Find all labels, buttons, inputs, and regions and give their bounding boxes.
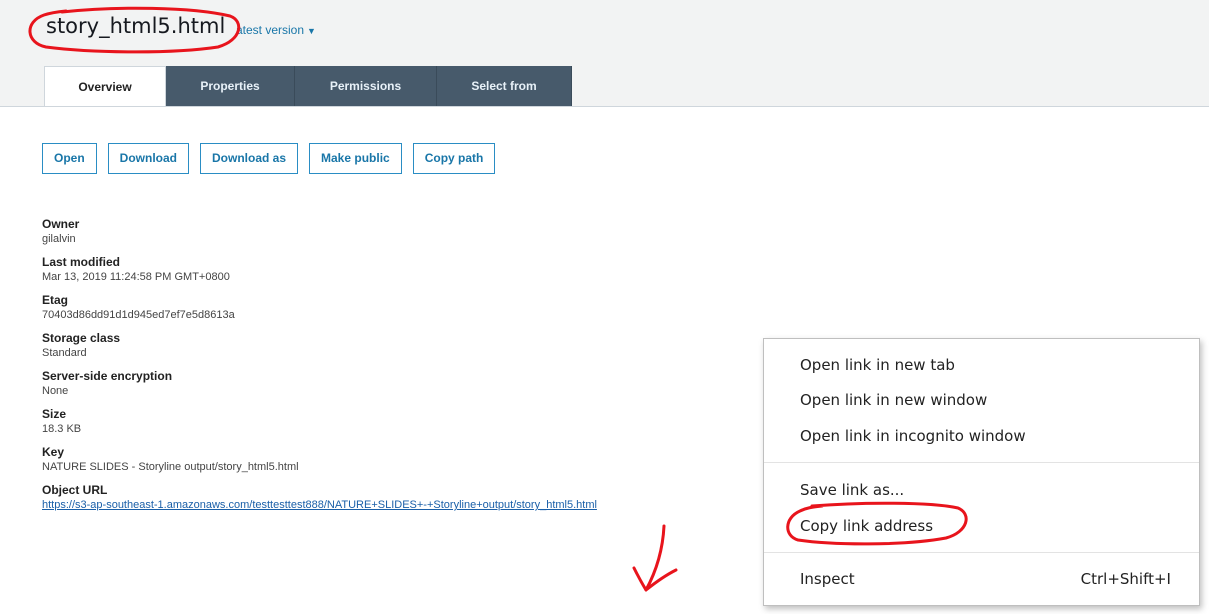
encryption-value: None (42, 385, 69, 397)
last-modified-value: Mar 13, 2019 11:24:58 PM GMT+0800 (42, 271, 230, 283)
encryption-property: Server-side encryption None (42, 369, 597, 398)
menu-item-label: Open link in incognito window (800, 427, 1026, 445)
tab-bar: Overview Properties Permissions Select f… (44, 66, 572, 107)
menu-item-label: Inspect (800, 570, 855, 588)
menu-item-label: Open link in new window (800, 391, 988, 409)
tab-select-from[interactable]: Select from (437, 66, 572, 107)
owner-label: Owner (42, 217, 80, 231)
storage-class-label: Storage class (42, 331, 121, 345)
menu-item-inspect[interactable]: Inspect Ctrl+Shift+I (764, 561, 1199, 597)
object-url-property: Object URL https://s3-ap-southeast-1.ama… (42, 483, 597, 512)
version-dropdown[interactable]: atest version ▼ (236, 23, 316, 37)
size-value: 18.3 KB (42, 423, 82, 435)
etag-label: Etag (42, 293, 69, 307)
chevron-down-icon: ▼ (307, 26, 316, 36)
owner-value: gilalvin (42, 233, 76, 245)
encryption-label: Server-side encryption (42, 369, 173, 383)
menu-separator (764, 552, 1199, 553)
context-menu: Open link in new tab Open link in new wi… (763, 338, 1200, 606)
page-title: story_html5.html (46, 14, 226, 38)
tab-permissions[interactable]: Permissions (295, 66, 437, 107)
key-property: Key NATURE SLIDES - Storyline output/sto… (42, 445, 597, 474)
object-url-link[interactable]: https://s3-ap-southeast-1.amazonaws.com/… (42, 498, 597, 512)
download-button[interactable]: Download (107, 143, 189, 174)
download-as-button[interactable]: Download as (200, 143, 299, 174)
menu-item-open-new-tab[interactable]: Open link in new tab (764, 347, 1199, 383)
menu-item-label: Open link in new tab (800, 356, 955, 374)
version-label: atest version (236, 23, 305, 37)
menu-item-save-link-as[interactable]: Save link as... (764, 472, 1199, 508)
size-label: Size (42, 407, 67, 421)
storage-class-value: Standard (42, 347, 87, 359)
object-properties: Owner gilalvin Last modified Mar 13, 201… (42, 217, 597, 521)
object-url-label: Object URL (42, 483, 108, 497)
arrow-annotation (632, 524, 678, 592)
menu-item-copy-link-address[interactable]: Copy link address (764, 508, 1199, 544)
make-public-button[interactable]: Make public (309, 143, 402, 174)
tab-divider (0, 106, 1209, 107)
tab-properties[interactable]: Properties (166, 66, 295, 107)
inspect-shortcut: Ctrl+Shift+I (1080, 570, 1171, 588)
storage-class-property: Storage class Standard (42, 331, 597, 360)
menu-item-open-new-window[interactable]: Open link in new window (764, 382, 1199, 418)
last-modified-property: Last modified Mar 13, 2019 11:24:58 PM G… (42, 255, 597, 284)
menu-separator (764, 462, 1199, 463)
open-button[interactable]: Open (42, 143, 97, 174)
menu-item-label: Copy link address (800, 517, 934, 535)
menu-item-open-incognito[interactable]: Open link in incognito window (764, 418, 1199, 454)
size-property: Size 18.3 KB (42, 407, 597, 436)
copy-path-button[interactable]: Copy path (412, 143, 496, 174)
last-modified-label: Last modified (42, 255, 121, 269)
owner-property: Owner gilalvin (42, 217, 597, 246)
etag-property: Etag 70403d86dd91d1d945ed7ef7e5d8613a (42, 293, 597, 322)
action-bar: Open Download Download as Make public Co… (42, 143, 496, 174)
key-label: Key (42, 445, 65, 459)
tab-overview[interactable]: Overview (44, 66, 166, 107)
menu-item-label: Save link as... (800, 481, 905, 499)
etag-value: 70403d86dd91d1d945ed7ef7e5d8613a (42, 309, 235, 321)
key-value: NATURE SLIDES - Storyline output/story_h… (42, 461, 299, 473)
